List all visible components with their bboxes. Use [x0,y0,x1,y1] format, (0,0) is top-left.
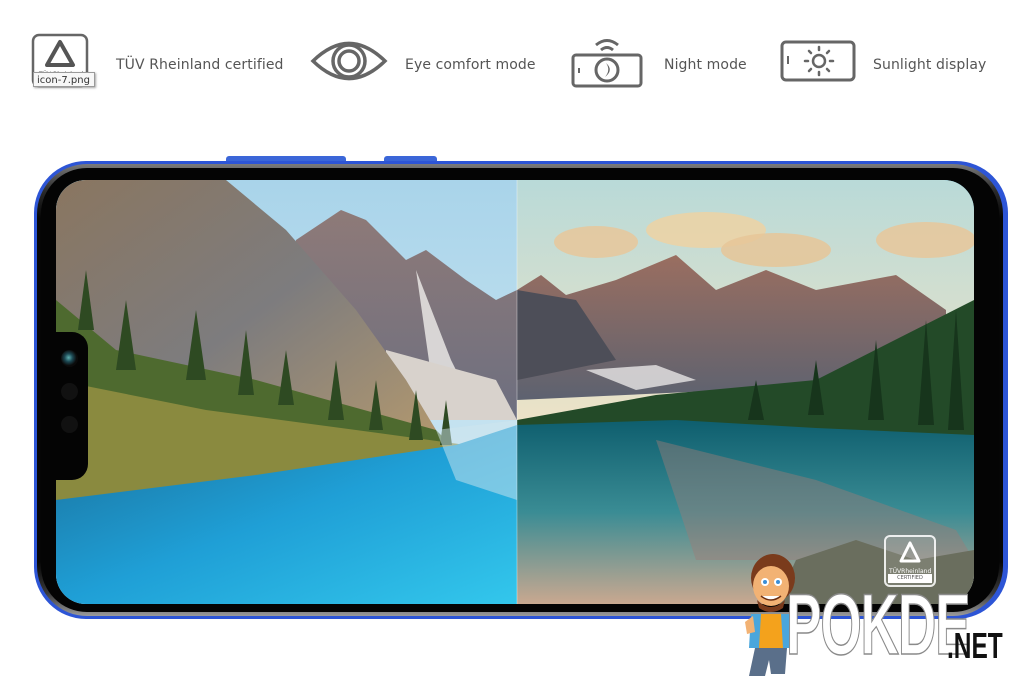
feature-label-night-mode: Night mode [664,57,747,73]
eye-icon [310,41,388,81]
watermark-brand: POKDE [786,577,972,673]
night-mode-phone-icon [571,39,643,88]
sunlight-phone-icon [780,40,856,82]
front-sensor-icon [61,383,78,400]
landscape-comparison-image [56,180,974,604]
phone-screen [56,180,974,604]
tuv-triangle-icon [899,541,921,563]
feature-label-eye-comfort: Eye comfort mode [405,57,536,73]
comparison-divider [516,180,518,604]
watermark-tld: .NET [947,625,1003,666]
image-filename-tooltip: icon-7.png [33,72,95,87]
front-camera-icon [61,350,78,367]
feature-label-tuv: TÜV Rheinland certified [116,57,284,73]
left-half-normal [56,180,517,604]
feature-label-sunlight: Sunlight display [873,57,987,73]
front-sensor-icon-2 [61,416,78,433]
